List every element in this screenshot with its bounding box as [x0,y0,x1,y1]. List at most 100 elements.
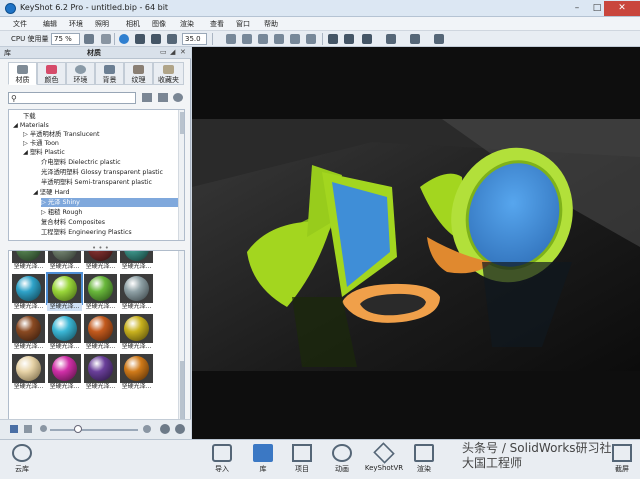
animation-button[interactable]: 动画 [322,443,362,479]
dolly-icon[interactable] [274,34,284,44]
material-swatch[interactable]: 坚硬光泽... [83,354,118,391]
thumbnail-size-slider[interactable] [50,429,138,431]
tree-item[interactable]: 下载 [23,112,36,121]
minimize-button[interactable]: – [566,1,588,16]
render-button[interactable]: 渲染 [404,443,444,479]
tree-item[interactable]: 工程塑料 Engineering Plastics [41,228,132,237]
move-icon[interactable] [135,34,145,44]
expand-arrow-icon[interactable]: ▷ [23,140,28,147]
region-icon[interactable] [362,34,372,44]
zoom-input[interactable]: 35.0 [182,33,207,45]
expand-arrow-icon[interactable]: ▷ [41,209,46,216]
menu-environment[interactable]: 环境 [69,19,83,29]
lock-icon[interactable] [328,34,338,44]
material-swatch[interactable]: 坚硬光泽... [11,251,46,271]
folder-add-icon[interactable] [158,93,168,102]
screenshot-icon[interactable] [410,34,420,44]
panel-float-button[interactable]: ▭ [160,48,167,56]
material-swatch[interactable]: 坚硬光泽... [83,251,118,271]
cloud-library-button[interactable]: 云库 [2,443,42,479]
grid-scroll-thumb[interactable] [180,361,184,421]
menu-file[interactable]: 文件 [13,19,27,29]
rotate-icon[interactable] [242,34,252,44]
material-swatch[interactable]: 坚硬光泽... [83,274,118,311]
expand-arrow-icon[interactable]: ▷ [23,131,28,138]
tree-item[interactable]: 复合材料 Composites [41,218,105,227]
tree-item[interactable]: 半透明塑料 Semi-transparent plastic [41,178,152,187]
search-input[interactable]: ⚲ [8,92,136,104]
perspective-icon[interactable] [290,34,300,44]
menu-camera[interactable]: 相机 [126,19,140,29]
material-swatch[interactable]: 坚硬光泽... [119,354,154,391]
material-swatch[interactable]: 坚硬光泽... [47,251,82,271]
material-swatch-selected[interactable]: 坚硬光泽... [46,272,83,311]
expand-arrow-icon[interactable]: ◢ [23,149,28,156]
menu-help[interactable]: 帮助 [264,19,278,29]
upload-icon[interactable] [160,424,170,434]
tree-scroll-thumb[interactable] [180,112,184,134]
refresh-library-icon[interactable] [173,93,183,102]
tab-textures[interactable]: 纹理 [124,62,153,85]
link-icon[interactable] [386,34,396,44]
slider-handle[interactable] [74,425,82,433]
add-icon[interactable] [175,424,185,434]
material-swatch[interactable]: 坚硬光泽... [119,274,154,311]
tree-item[interactable]: ◢ Materials [13,121,49,130]
menu-image[interactable]: 图像 [152,19,166,29]
cpu-usage-select[interactable]: 75 % [51,33,80,45]
camera-fov-icon[interactable] [167,34,177,44]
expand-arrow-icon[interactable]: ▷ [41,199,46,206]
tree-scrollbar[interactable] [178,110,184,240]
close-button[interactable]: ✕ [604,1,640,16]
panel-dock-button[interactable]: ◢ [170,48,175,56]
tree-item[interactable]: ◢ 塑料 Plastic [23,148,65,157]
material-swatch[interactable]: 坚硬光泽... [11,314,46,351]
zoom-in-icon[interactable] [143,425,151,433]
tree-item-selected[interactable]: ▷ 光泽 Shiny [41,198,179,207]
tree-item[interactable]: 介电塑料 Dielectric plastic [41,158,121,167]
menu-window[interactable]: 窗口 [236,19,250,29]
menu-render[interactable]: 渲染 [180,19,194,29]
menu-edit[interactable]: 编辑 [43,19,57,29]
folder-import-icon[interactable] [142,93,152,102]
expand-arrow-icon[interactable]: ◢ [33,189,38,196]
tab-environments[interactable]: 环境 [66,62,95,85]
down-arrow-icon[interactable] [151,34,161,44]
tree-item[interactable]: ▷ 半透明材质 Translucent [23,130,100,139]
tree-item[interactable]: ▷ 卡通 Toon [23,139,59,148]
list-view-icon[interactable] [24,425,32,433]
tab-colors[interactable]: 颜色 [37,62,66,85]
refresh-icon[interactable] [119,34,129,44]
expand-arrow-icon[interactable]: ◢ [13,122,18,129]
material-swatch[interactable]: 坚硬光泽... [119,314,154,351]
pause-icon[interactable] [84,34,94,44]
material-swatch[interactable]: 坚硬光泽... [11,354,46,391]
library-button[interactable]: 库 [243,443,283,479]
render-viewport[interactable] [192,47,640,439]
material-swatch[interactable]: 坚硬光泽... [47,354,82,391]
undo-camera-icon[interactable] [226,34,236,44]
tree-item[interactable]: ▷ 粗糙 Rough [41,208,82,217]
shield-icon[interactable] [344,34,354,44]
material-swatch[interactable]: 坚硬光泽... [83,314,118,351]
material-swatch[interactable]: 坚硬光泽... [47,314,82,351]
menu-lighting[interactable]: 照明 [95,19,109,29]
pan-icon[interactable] [258,34,268,44]
keyshotvr-button[interactable]: KeyShotVR [362,442,406,479]
material-swatch[interactable]: 坚硬光泽... [119,251,154,271]
tree-item[interactable]: ◢ 坚硬 Hard [33,188,70,197]
project-button[interactable]: 项目 [282,443,322,479]
performance-icon[interactable] [101,34,111,44]
tab-materials[interactable]: 材质 [8,62,37,85]
expand-icon[interactable] [434,34,444,44]
tab-backgrounds[interactable]: 背景 [95,62,124,85]
import-button[interactable]: 导入 [202,443,242,479]
menu-view[interactable]: 查看 [210,19,224,29]
zoom-out-icon[interactable] [40,425,47,432]
geometry-view-icon[interactable] [306,34,316,44]
tab-favorites[interactable]: 收藏夹 [153,62,184,85]
tree-item[interactable]: 光泽透明塑料 Glossy transparent plastic [41,168,163,177]
material-swatch[interactable]: 坚硬光泽... [11,274,46,311]
grid-view-icon[interactable] [10,425,18,433]
panel-close-button[interactable]: ✕ [180,48,186,56]
